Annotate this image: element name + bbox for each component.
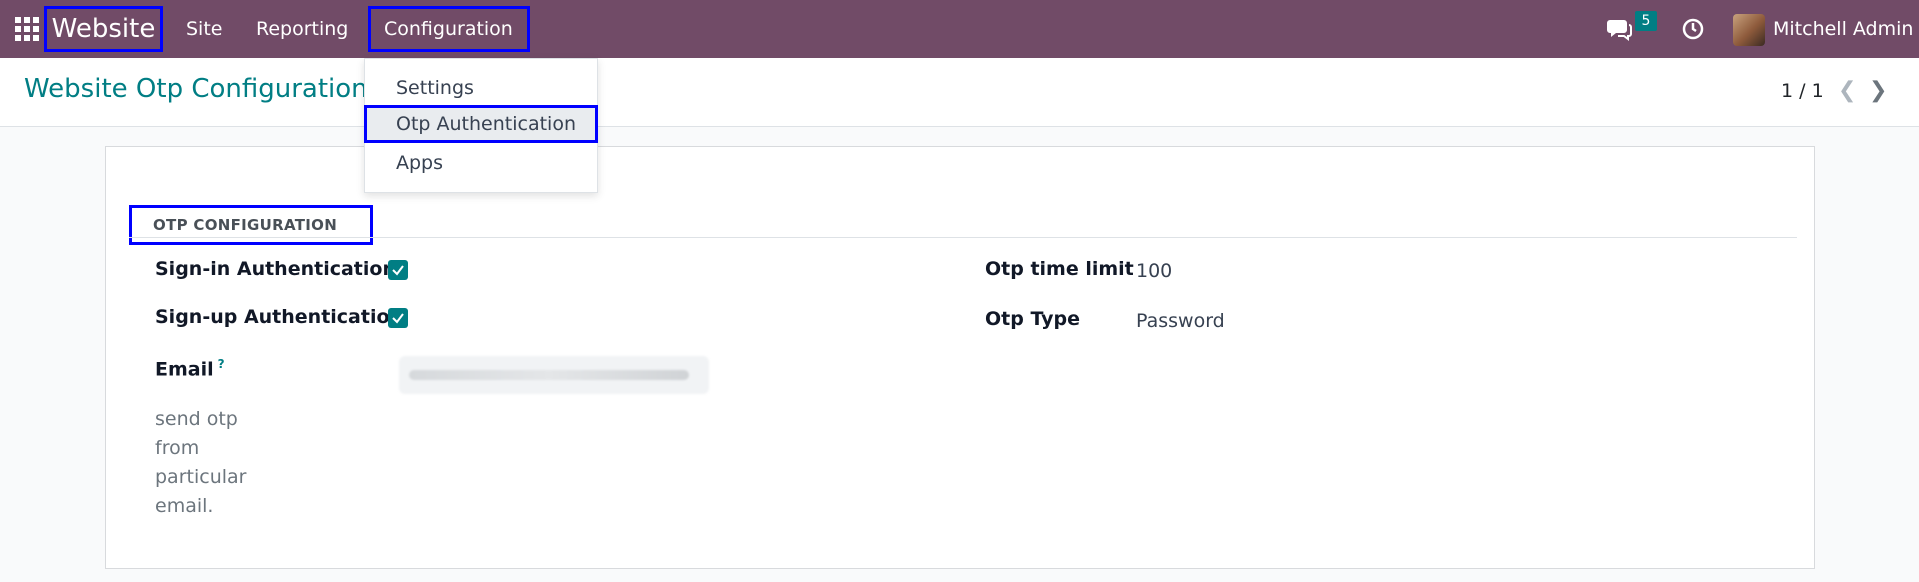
signin-checkbox[interactable]: [388, 260, 408, 280]
check-icon: [392, 313, 404, 324]
control-panel: Website Otp Configuration n 1 / 1 ❮ ❯: [0, 58, 1919, 127]
menu-reporting[interactable]: Reporting: [256, 0, 348, 58]
section-title: OTP CONFIGURATION: [129, 205, 373, 245]
form-sheet: OTP CONFIGURATION Sign-in Authentication…: [105, 146, 1815, 569]
top-navbar: Website Site Reporting Configuration 5 M…: [0, 0, 1919, 58]
menu-site[interactable]: Site: [186, 0, 222, 58]
app-brand-website[interactable]: Website: [44, 6, 163, 52]
clock-icon[interactable]: [1681, 0, 1705, 58]
apps-grid-icon[interactable]: [15, 17, 39, 41]
email-help-text: send otp from particular email.: [155, 408, 247, 517]
chat-count-badge: 5: [1635, 11, 1657, 31]
email-field[interactable]: [399, 356, 709, 394]
chevron-left-icon[interactable]: ❮: [1838, 78, 1856, 103]
pager-value[interactable]: 1 / 1: [1781, 80, 1824, 102]
chevron-right-icon[interactable]: ❯: [1869, 78, 1887, 103]
chat-icon[interactable]: [1606, 0, 1632, 58]
dropdown-item-otp-authentication[interactable]: Otp Authentication: [364, 105, 598, 143]
signin-label: Sign-in Authentication: [155, 258, 396, 280]
configuration-dropdown: Settings Otp Authentication Apps: [364, 58, 598, 193]
section-divider: [129, 237, 1797, 238]
user-avatar[interactable]: [1733, 14, 1765, 46]
dropdown-item-apps[interactable]: Apps: [365, 144, 597, 182]
otp-time-limit-field[interactable]: 100: [1136, 260, 1172, 282]
check-icon: [392, 265, 404, 276]
otp-type-field[interactable]: Password: [1136, 310, 1225, 332]
page-title[interactable]: Website Otp Configuration: [24, 74, 368, 104]
user-name[interactable]: Mitchell Admin: [1773, 0, 1913, 58]
help-tooltip-icon[interactable]: ?: [218, 357, 225, 371]
dropdown-item-settings[interactable]: Settings: [365, 69, 597, 107]
menu-configuration[interactable]: Configuration: [368, 6, 530, 52]
otp-time-limit-label: Otp time limit: [985, 258, 1134, 280]
signup-label: Sign-up Authentication: [155, 306, 404, 328]
email-label: Email?: [155, 357, 225, 380]
otp-type-label: Otp Type: [985, 308, 1081, 330]
email-label-text: Email: [155, 358, 214, 381]
signup-checkbox[interactable]: [388, 308, 408, 328]
